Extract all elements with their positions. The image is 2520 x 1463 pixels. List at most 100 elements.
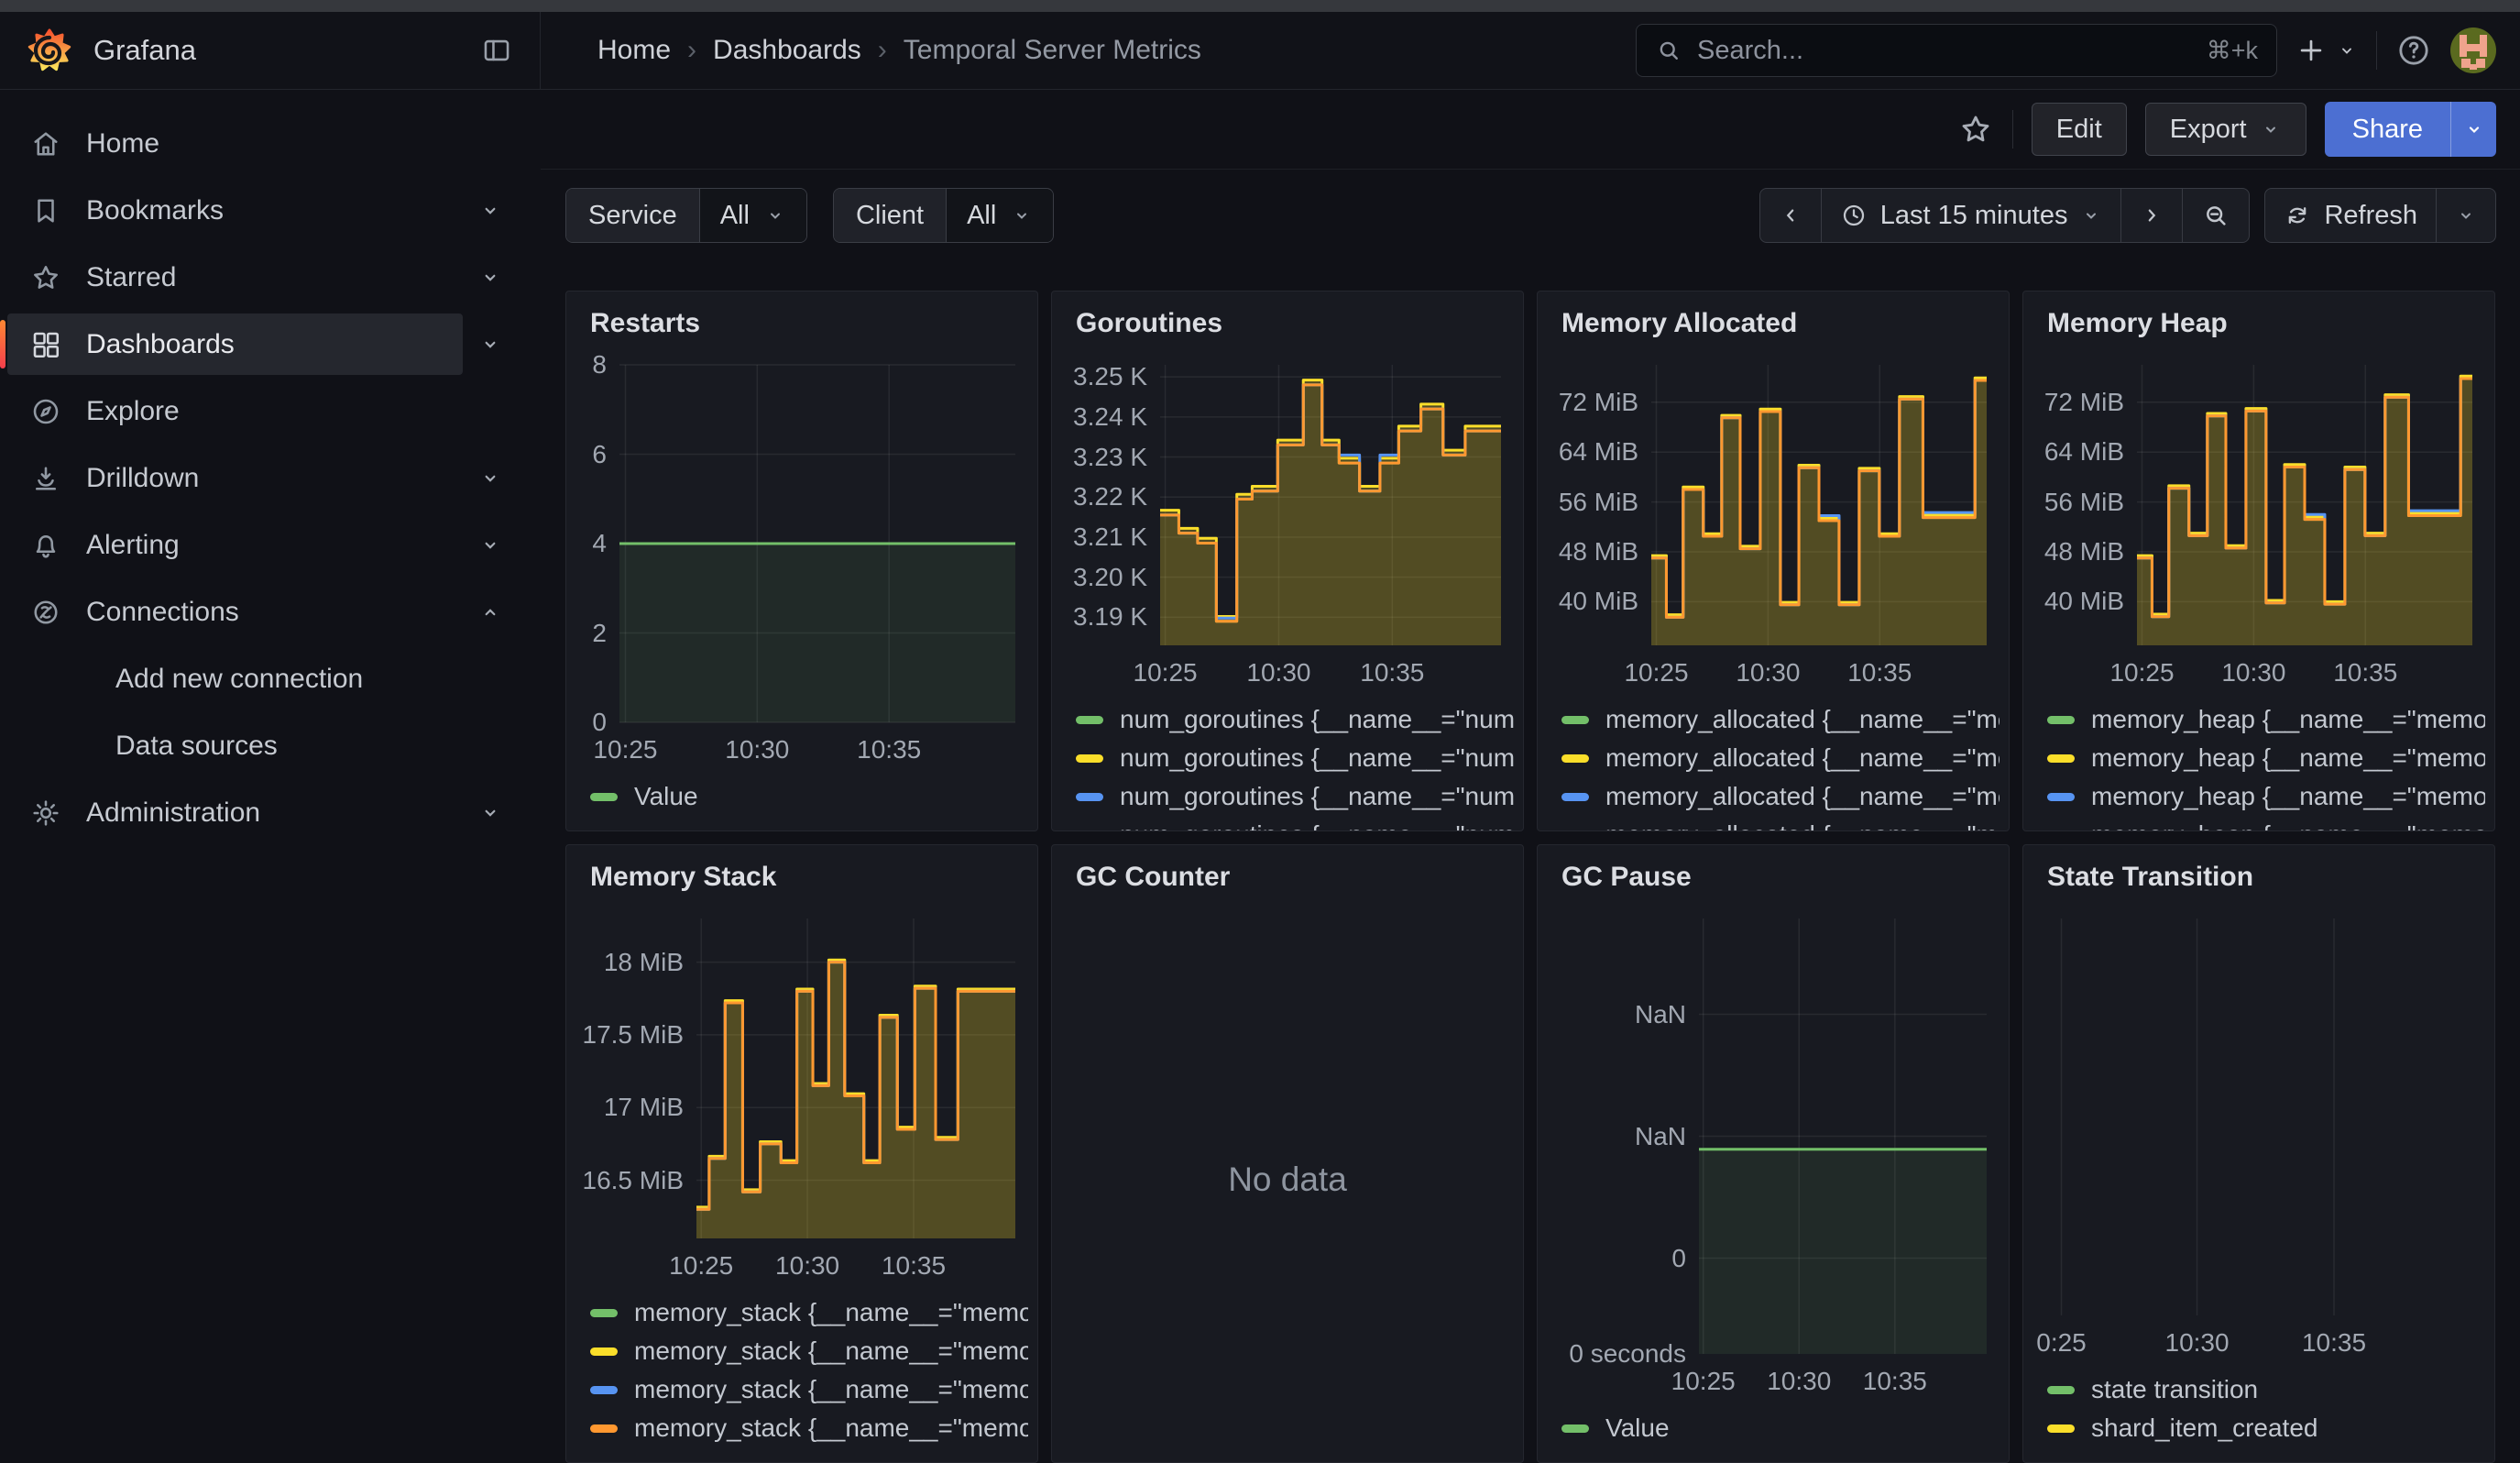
client-filter[interactable]: Client All xyxy=(833,188,1054,243)
legend-item[interactable]: num_goroutines {__name__="num_goroutines… xyxy=(1076,700,1514,739)
sidebar-item-administration[interactable]: Administration xyxy=(0,779,541,846)
legend-marker xyxy=(2047,1386,2075,1394)
filter-label: Client xyxy=(834,189,947,242)
gc-counter-chart[interactable]: No data xyxy=(1052,896,1523,1462)
gear-icon xyxy=(29,797,62,830)
legend-marker xyxy=(1561,793,1589,801)
chevron-down-icon[interactable] xyxy=(478,333,502,357)
legend-item[interactable]: memory_allocated {__name__="memo xyxy=(1561,700,2000,739)
legend-label: shard_item_created xyxy=(2091,1414,2317,1443)
panel-title[interactable]: Memory Allocated xyxy=(1538,292,2009,343)
panel-title[interactable]: State Transition xyxy=(2023,845,2494,896)
dashboards-grid-icon xyxy=(29,328,62,361)
breadcrumb-home[interactable]: Home xyxy=(597,35,671,66)
add-new-button[interactable] xyxy=(2295,35,2358,66)
sidebar-toggle-icon[interactable] xyxy=(481,35,512,66)
navbar-right: ⌘+k xyxy=(1636,24,2520,77)
legend-item[interactable]: memory_heap {__name__="memory_h xyxy=(2047,777,2485,816)
state-transition-chart[interactable]: 0:2510:3010:35 xyxy=(2023,896,2494,1369)
edit-button[interactable]: Edit xyxy=(2032,103,2127,156)
legend-item[interactable]: Value xyxy=(590,777,1028,816)
time-range-picker[interactable]: Last 15 minutes xyxy=(1822,189,2122,242)
sidebar-item-drilldown[interactable]: Drilldown xyxy=(0,445,541,512)
memory-stack-chart[interactable]: 16.5 MiB17 MiB17.5 MiB18 MiB10:2510:3010… xyxy=(566,896,1037,1292)
chevron-down-icon xyxy=(2463,118,2485,140)
chevron-down-icon[interactable] xyxy=(478,534,502,557)
panel-goroutines: Goroutines 3.19 K3.20 K3.21 K3.22 K3.23 … xyxy=(1051,291,1524,831)
time-back-button[interactable] xyxy=(1760,189,1822,242)
legend-marker xyxy=(1076,754,1103,763)
favorite-star-icon[interactable] xyxy=(1957,111,1994,148)
panel-title[interactable]: GC Counter xyxy=(1052,845,1523,896)
legend-item[interactable]: num_goroutines {__name__="num_goroutines… xyxy=(1076,739,1514,777)
chevron-down-icon[interactable] xyxy=(478,199,502,223)
gc-pause-chart[interactable]: 0 seconds0NaNNaN10:2510:3010:35 xyxy=(1538,896,2009,1407)
legend-item[interactable]: memory_heap {__name__="memory_h xyxy=(2047,739,2485,777)
legend: memory_allocated {__name__="memo memory_… xyxy=(1538,698,2009,830)
grafana-logo-icon[interactable] xyxy=(27,28,71,72)
legend-item[interactable]: shard_item_created xyxy=(2047,1409,2485,1447)
refresh-interval-caret[interactable] xyxy=(2437,189,2495,242)
share-caret-button[interactable] xyxy=(2450,102,2496,157)
sidebar-item-home[interactable]: Home xyxy=(0,110,541,177)
legend-item[interactable]: memory_allocated {__name__="memo xyxy=(1561,816,2000,830)
refresh-button[interactable]: Refresh xyxy=(2265,189,2437,242)
legend-item[interactable]: memory_stack {__name__="memory_s xyxy=(590,1370,1028,1409)
goroutines-chart[interactable]: 3.19 K3.20 K3.21 K3.22 K3.23 K3.24 K3.25… xyxy=(1052,343,1523,698)
legend-item[interactable]: memory_allocated {__name__="memo xyxy=(1561,777,2000,816)
legend-item[interactable]: memory_heap {__name__="memory_h xyxy=(2047,700,2485,739)
sidebar-item-bookmarks[interactable]: Bookmarks xyxy=(0,177,541,244)
panel-title[interactable]: Memory Stack xyxy=(566,845,1037,896)
legend-item[interactable]: memory_stack {__name__="memory_s xyxy=(590,1332,1028,1370)
sidebar-item-starred[interactable]: Starred xyxy=(0,244,541,311)
restarts-chart[interactable]: 0246810:2510:3010:35 xyxy=(566,343,1037,776)
sidebar-item-data-sources[interactable]: Data sources xyxy=(0,712,541,779)
panel-title[interactable]: GC Pause xyxy=(1538,845,2009,896)
chevron-down-icon[interactable] xyxy=(478,266,502,290)
sidebar-item-alerting[interactable]: Alerting xyxy=(0,512,541,578)
zoom-out-icon[interactable] xyxy=(2183,189,2249,242)
breadcrumb-dashboards[interactable]: Dashboards xyxy=(713,35,861,66)
panel-title[interactable]: Restarts xyxy=(566,292,1037,343)
chevron-up-icon[interactable] xyxy=(478,600,502,624)
legend-item[interactable]: Value xyxy=(1561,1409,2000,1447)
legend-label: memory_allocated {__name__="memo xyxy=(1605,743,2000,773)
client-filter-value[interactable]: All xyxy=(947,189,1053,242)
sidebar-item-connections[interactable]: Connections xyxy=(0,578,541,645)
memory-heap-chart[interactable]: 40 MiB48 MiB56 MiB64 MiB72 MiB10:2510:30… xyxy=(2023,343,2494,698)
star-icon xyxy=(29,261,62,294)
sidebar-item-dashboards[interactable]: Dashboards xyxy=(0,311,541,378)
time-forward-button[interactable] xyxy=(2121,189,2183,242)
service-filter[interactable]: Service All xyxy=(565,188,807,243)
legend-item[interactable]: state transition xyxy=(2047,1370,2485,1409)
search-box[interactable]: ⌘+k xyxy=(1636,24,2277,77)
panel-state-transition: State Transition 0:2510:3010:35 state tr… xyxy=(2022,844,2495,1463)
legend-item[interactable]: memory_heap {__name__="memory_h xyxy=(2047,816,2485,830)
share-button[interactable]: Share xyxy=(2325,102,2450,157)
legend-item[interactable]: num_goroutines {__name__="num_goroutines… xyxy=(1076,816,1514,830)
legend-item[interactable]: num_goroutines {__name__="num_goroutines… xyxy=(1076,777,1514,816)
help-icon[interactable] xyxy=(2395,32,2432,69)
panel-title[interactable]: Memory Heap xyxy=(2023,292,2494,343)
legend-item[interactable]: memory_allocated {__name__="memo xyxy=(1561,739,2000,777)
filter-row: Service All Client All xyxy=(541,170,2520,243)
memory-allocated-chart[interactable]: 40 MiB48 MiB56 MiB64 MiB72 MiB10:2510:30… xyxy=(1538,343,2009,698)
chevron-down-icon[interactable] xyxy=(478,467,502,490)
legend-item[interactable]: memory_stack {__name__="memory_s xyxy=(590,1409,1028,1447)
service-filter-value[interactable]: All xyxy=(700,189,806,242)
user-avatar[interactable] xyxy=(2450,28,2496,73)
sidebar-item-explore[interactable]: Explore xyxy=(0,378,541,445)
search-input[interactable] xyxy=(1695,35,2194,67)
legend-item[interactable]: memory_stack {__name__="memory_s xyxy=(590,1293,1028,1332)
chevron-down-icon[interactable] xyxy=(478,801,502,825)
clock-icon xyxy=(1840,202,1868,229)
share-split-button: Share xyxy=(2325,102,2496,157)
legend-marker xyxy=(1561,716,1589,724)
sidebar-item-add-new-connection[interactable]: Add new connection xyxy=(0,645,541,712)
chevron-down-icon xyxy=(2080,204,2102,226)
export-button[interactable]: Export xyxy=(2145,103,2306,156)
active-accent-bar xyxy=(0,320,5,368)
toolbar-divider xyxy=(2012,110,2013,148)
breadcrumb-separator: › xyxy=(878,35,887,66)
panel-title[interactable]: Goroutines xyxy=(1052,292,1523,343)
